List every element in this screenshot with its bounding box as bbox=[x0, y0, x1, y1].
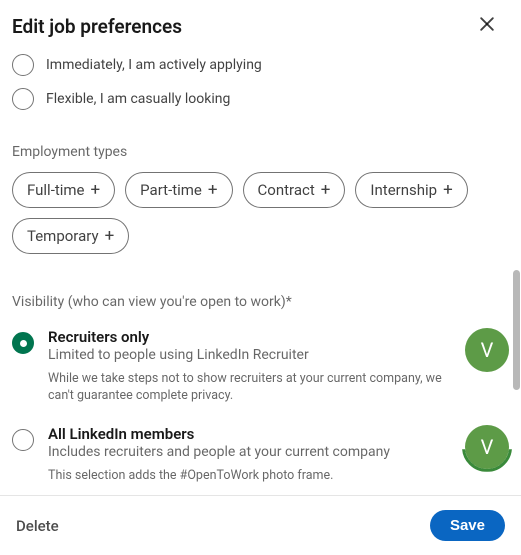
radio-icon bbox=[12, 54, 34, 76]
plus-icon: + bbox=[443, 182, 453, 199]
employment-pill-contract[interactable]: Contract + bbox=[243, 172, 346, 208]
visibility-title: Recruiters only bbox=[48, 328, 451, 346]
visibility-subtitle: Limited to people using LinkedIn Recruit… bbox=[48, 347, 451, 363]
radio-icon bbox=[12, 332, 34, 354]
avatar: V bbox=[465, 425, 509, 469]
employment-pill-internship[interactable]: Internship + bbox=[355, 172, 467, 208]
plus-icon: + bbox=[208, 182, 218, 199]
avatar-initial: V bbox=[481, 435, 494, 459]
scrollbar-thumb[interactable] bbox=[513, 270, 520, 390]
visibility-title: All LinkedIn members bbox=[48, 425, 451, 443]
pill-label: Part-time bbox=[140, 181, 202, 199]
pill-label: Full-time bbox=[27, 181, 85, 199]
pill-label: Contract bbox=[258, 181, 315, 199]
visibility-note: While we take steps not to show recruite… bbox=[48, 371, 448, 405]
start-option-label: Immediately, I am actively applying bbox=[46, 57, 262, 73]
visibility-option-all-members[interactable]: All LinkedIn members Includes recruiters… bbox=[12, 419, 509, 495]
visibility-subtitle: Includes recruiters and people at your c… bbox=[48, 444, 451, 460]
pill-label: Temporary bbox=[27, 227, 99, 245]
plus-icon: + bbox=[91, 182, 101, 199]
employment-pill-full-time[interactable]: Full-time + bbox=[12, 172, 115, 208]
plus-icon: + bbox=[321, 182, 331, 199]
close-icon bbox=[477, 14, 497, 38]
avatar: V bbox=[465, 328, 509, 372]
employment-pill-part-time[interactable]: Part-time + bbox=[125, 172, 232, 208]
visibility-option-recruiters[interactable]: Recruiters only Limited to people using … bbox=[12, 322, 509, 419]
radio-icon bbox=[12, 88, 34, 110]
start-option-label: Flexible, I am casually looking bbox=[46, 91, 230, 107]
start-option-flexible[interactable]: Flexible, I am casually looking bbox=[12, 82, 509, 116]
delete-button[interactable]: Delete bbox=[16, 517, 59, 535]
employment-pill-temporary[interactable]: Temporary + bbox=[12, 218, 129, 254]
save-button[interactable]: Save bbox=[430, 510, 505, 541]
start-option-immediately[interactable]: Immediately, I am actively applying bbox=[12, 48, 509, 82]
avatar-initial: V bbox=[481, 338, 494, 362]
modal-title: Edit job preferences bbox=[12, 15, 182, 38]
employment-types-label: Employment types bbox=[12, 144, 509, 160]
visibility-section-label: Visibility (who can view you're open to … bbox=[12, 294, 509, 310]
close-button[interactable] bbox=[473, 12, 501, 40]
pill-label: Internship bbox=[370, 181, 437, 199]
plus-icon: + bbox=[105, 228, 115, 245]
visibility-note: This selection adds the #OpenToWork phot… bbox=[48, 468, 448, 485]
radio-icon bbox=[12, 429, 34, 451]
